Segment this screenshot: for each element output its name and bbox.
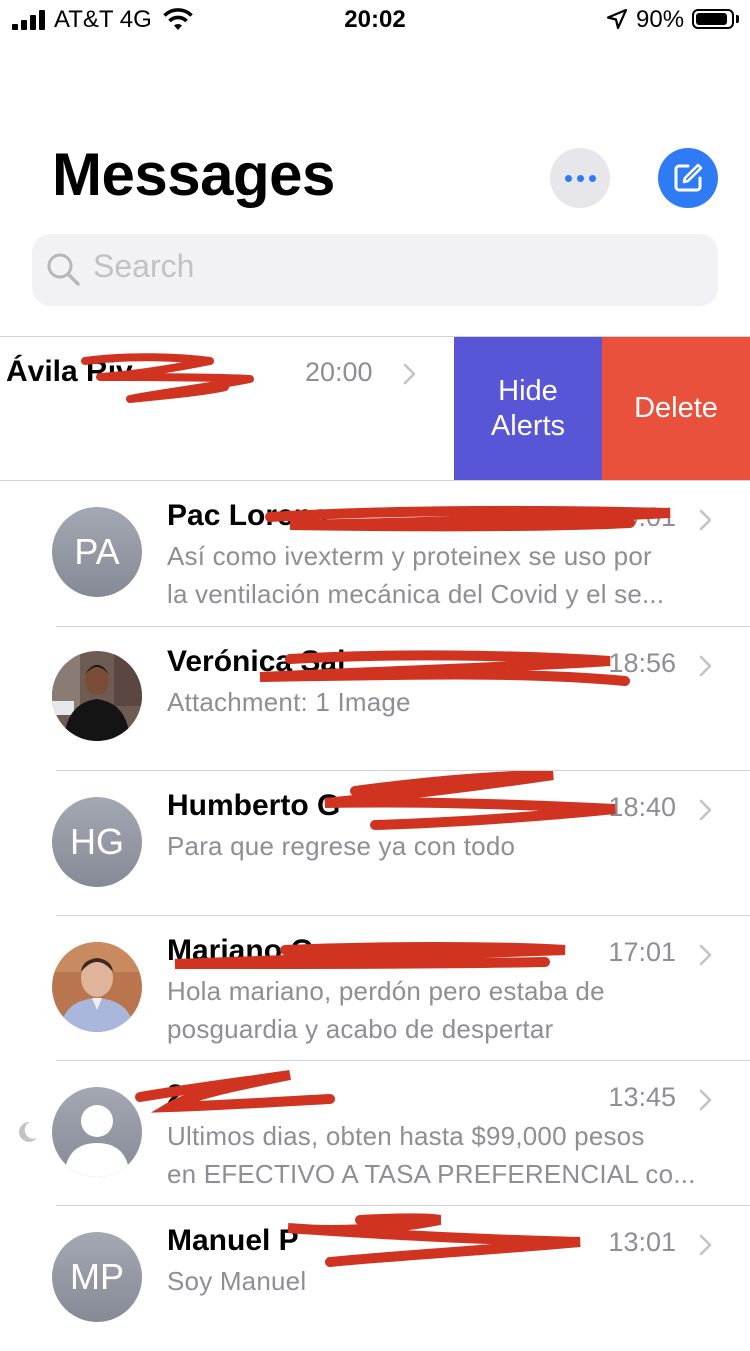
chevron-right-icon xyxy=(699,799,712,821)
avatar-initials: HG xyxy=(70,821,124,862)
message-time: 18:56 xyxy=(608,648,676,678)
message-time: 13:45 xyxy=(608,1082,676,1112)
contact-name: 2 xyxy=(167,1079,184,1112)
conversation-row[interactable]: PA Pac Lorena 20:01 Así como ivexterm y … xyxy=(0,481,750,626)
message-preview: Ultimos dias, obten hasta $99,000 pesos … xyxy=(167,1121,696,1189)
message-preview: Para que regrese ya con todo xyxy=(167,831,516,861)
avatar: MP xyxy=(52,1232,142,1322)
conversation-row[interactable]: MP Manuel P 13:01 Soy Manuel xyxy=(0,1206,750,1351)
message-time: 18:40 xyxy=(608,792,676,822)
search-field[interactable]: Search xyxy=(32,234,718,306)
contact-name: Pac Lorena xyxy=(167,499,329,532)
contact-name: Ávila Riv xyxy=(6,355,133,388)
avatar xyxy=(52,1087,142,1177)
delete-button[interactable]: Delete xyxy=(602,337,750,480)
avatar: HG xyxy=(52,797,142,887)
avatar xyxy=(52,942,142,1032)
chevron-right-icon xyxy=(699,1234,712,1256)
person-icon xyxy=(66,1105,128,1177)
message-preview: Así como ivexterm y proteinex se uso por… xyxy=(167,541,665,609)
contact-name: Humberto G xyxy=(167,789,341,822)
moon-icon xyxy=(19,1121,37,1142)
contact-photo xyxy=(52,942,142,1032)
hide-alerts-button[interactable]: Hide Alerts xyxy=(454,337,602,480)
status-bar: AT&T 4G 20:02 90% xyxy=(0,0,750,40)
avatar xyxy=(52,651,142,741)
delete-label: Delete xyxy=(634,392,718,424)
search-placeholder: Search xyxy=(93,248,195,284)
hide-alerts-label: Hide Alerts xyxy=(490,374,566,442)
redaction-scribble xyxy=(135,1070,335,1113)
conversation-row[interactable]: 2 13:45 Ultimos dias, obten hasta $99,00… xyxy=(0,1061,750,1206)
battery-tip xyxy=(736,15,739,23)
battery-percent: 90% xyxy=(636,6,685,33)
chevron-right-icon xyxy=(699,655,712,677)
contact-name: Mariano Go xyxy=(167,934,333,967)
compose-button[interactable] xyxy=(658,148,718,208)
chevron-right-icon xyxy=(403,363,416,385)
contact-photo xyxy=(52,651,142,741)
contact-name: Verónica Sal xyxy=(167,645,346,678)
message-preview: Attachment: 1 Image xyxy=(167,687,411,717)
avatar-initials: PA xyxy=(74,531,120,572)
battery-icon xyxy=(692,9,734,29)
compose-icon xyxy=(674,163,703,192)
message-preview: Soy Manuel xyxy=(167,1266,307,1296)
message-time: 20:01 xyxy=(608,502,676,532)
avatar: PA xyxy=(52,507,142,597)
more-button[interactable] xyxy=(550,148,610,208)
chevron-right-icon xyxy=(699,509,712,531)
message-preview: Hola mariano, perdón pero estaba de posg… xyxy=(167,976,605,1044)
redaction-scribble xyxy=(324,771,616,830)
location-arrow-icon xyxy=(606,8,628,30)
conversation-row[interactable]: Verónica Sal 18:56 Attachment: 1 Image xyxy=(0,627,750,772)
message-time: 13:01 xyxy=(608,1227,676,1257)
contact-name: Manuel P xyxy=(167,1224,299,1257)
message-time: 17:01 xyxy=(608,937,676,967)
chevron-right-icon xyxy=(699,944,712,966)
search-icon xyxy=(47,253,80,286)
swiped-conversation-row[interactable]: Ávila Riv 20:00 Hide Alerts Delete xyxy=(0,337,750,480)
avatar-initials: MP xyxy=(70,1256,124,1297)
message-time: 20:00 xyxy=(305,357,373,387)
page-title: Messages xyxy=(52,141,335,208)
redaction-scribble xyxy=(287,1213,581,1267)
conversation-row[interactable]: HG Humberto G 18:40 Para que regrese ya … xyxy=(0,771,750,916)
more-icon xyxy=(564,174,596,182)
chevron-right-icon xyxy=(699,1089,712,1111)
conversation-row[interactable]: Mariano Go 17:01 Hola mariano, perdón pe… xyxy=(0,916,750,1061)
